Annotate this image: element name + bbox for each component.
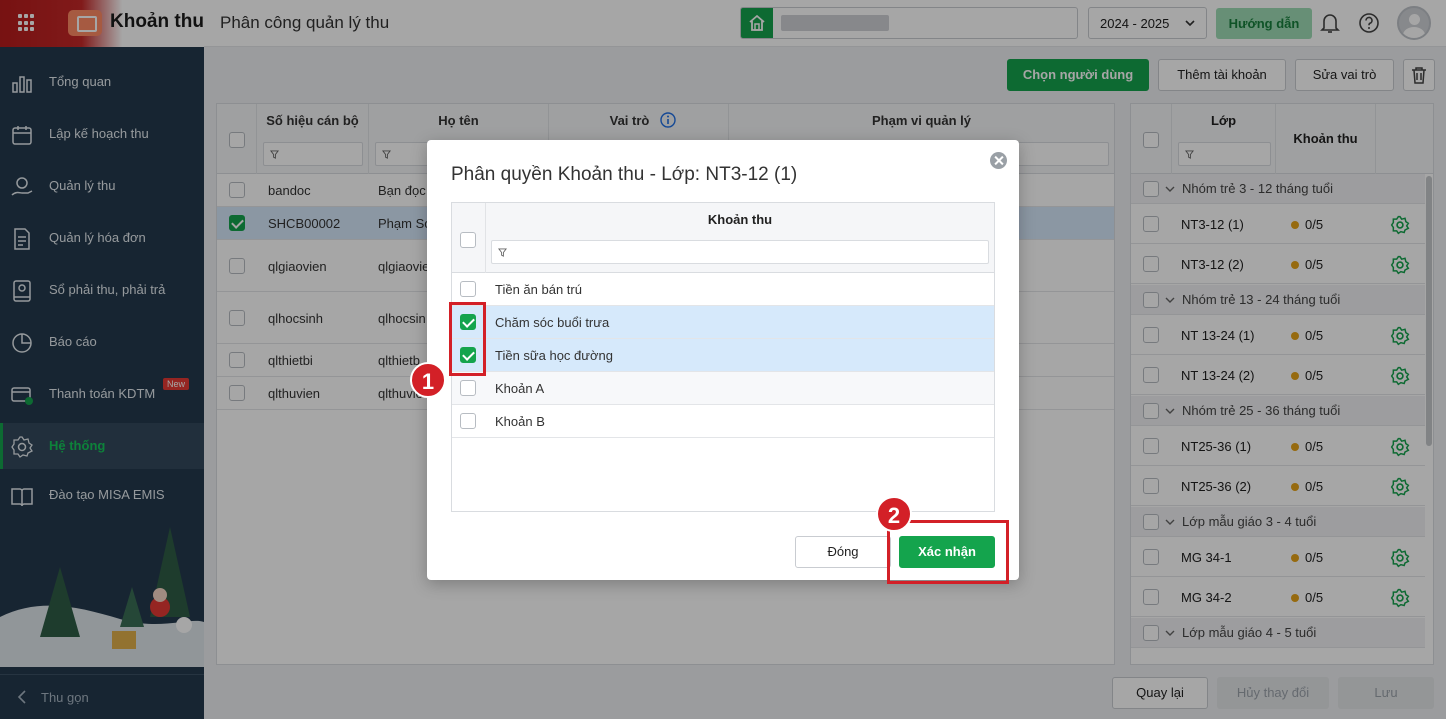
fee-row[interactable]: Tiền sữa học đường — [452, 339, 994, 372]
highlight-box-checkboxes — [449, 302, 486, 376]
fee-row[interactable]: Khoản A — [452, 372, 994, 405]
fee-list-header: Khoản thu — [452, 203, 994, 273]
fee-row[interactable]: Chăm sóc buổi trưa — [452, 306, 994, 339]
step-marker-2: 2 — [876, 496, 912, 532]
fee-row[interactable]: Tiền ăn bán trú — [452, 273, 994, 306]
step-marker-1: 1 — [410, 362, 446, 398]
fee-name: Khoản A — [495, 381, 545, 396]
filter-icon — [498, 248, 507, 257]
fee-list-table: Khoản thu Tiền ăn bán trú Chăm sóc buổi … — [451, 202, 995, 512]
close-button[interactable]: Đóng — [795, 536, 891, 568]
fee-checkbox[interactable] — [460, 413, 476, 429]
fee-permission-dialog: Phân quyền Khoản thu - Lớp: NT3-12 (1) K… — [427, 140, 1019, 580]
close-icon[interactable] — [990, 152, 1007, 169]
select-all-fees-checkbox[interactable] — [460, 232, 476, 248]
column-header: Khoản thu — [707, 212, 773, 227]
dialog-title: Phân quyền Khoản thu - Lớp: NT3-12 (1) — [451, 164, 798, 185]
fee-checkbox[interactable] — [460, 380, 476, 396]
fee-name: Chăm sóc buổi trưa — [495, 315, 610, 330]
fee-checkbox[interactable] — [460, 281, 476, 297]
fee-name: Khoản B — [495, 414, 545, 429]
fee-name: Tiền ăn bán trú — [495, 282, 582, 297]
fee-name: Tiền sữa học đường — [495, 348, 613, 363]
fee-row[interactable]: Khoản B — [452, 405, 994, 438]
fee-filter-input[interactable] — [491, 240, 989, 264]
highlight-box-confirm — [887, 520, 1009, 584]
